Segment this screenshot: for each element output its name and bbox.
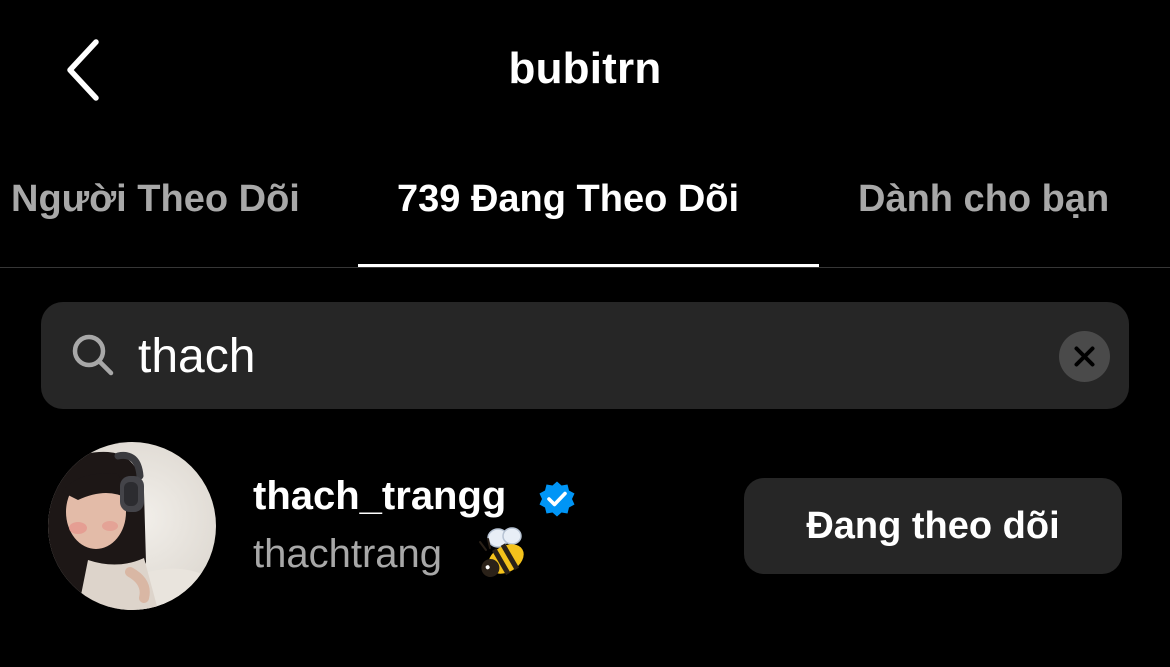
- clear-icon: [1074, 346, 1095, 367]
- full-name: thachtrang: [253, 532, 443, 576]
- tab-bar: Người Theo Dõi 739 Đang Theo Dõi Dành ch…: [0, 150, 1170, 268]
- tab-followers[interactable]: Người Theo Dõi: [11, 178, 300, 221]
- clear-search-button[interactable]: [1059, 331, 1110, 382]
- list-item[interactable]: thach_trangg thachtrang Đang theo dõi: [0, 430, 1170, 630]
- tab-for-you[interactable]: Dành cho bạn: [858, 178, 1109, 221]
- verified-badge-icon: [539, 481, 575, 517]
- bee-icon: [479, 527, 524, 577]
- username[interactable]: thach_trangg: [253, 474, 506, 519]
- header: bubitrn: [0, 0, 1170, 140]
- following-button[interactable]: Đang theo dõi: [744, 478, 1122, 574]
- search-input[interactable]: [138, 322, 1018, 390]
- avatar-photo: [48, 442, 216, 610]
- avatar[interactable]: [48, 442, 216, 610]
- page-title: bubitrn: [508, 44, 662, 93]
- active-tab-indicator: [358, 264, 819, 267]
- search-icon: [72, 334, 114, 376]
- tab-following[interactable]: 739 Đang Theo Dõi: [397, 178, 739, 221]
